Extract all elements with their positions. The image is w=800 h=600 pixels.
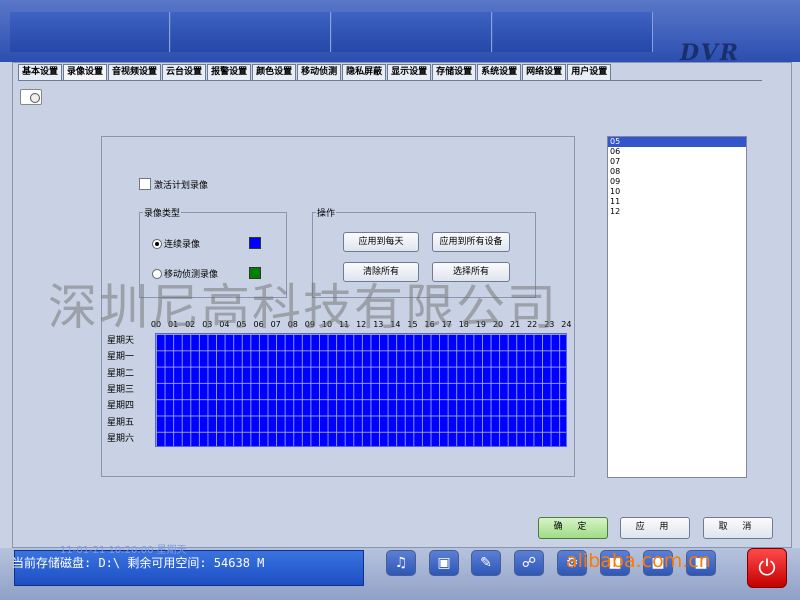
tab-4[interactable]: 报警设置 <box>207 64 252 80</box>
apply-all-devices-button[interactable]: 应用到所有设备 <box>432 232 510 252</box>
operations-title: 操作 <box>316 206 337 219</box>
tab-11[interactable]: 网络设置 <box>522 64 567 80</box>
continuous-record-label: 连续录像 <box>164 240 201 250</box>
device-list-item[interactable]: 11 <box>608 197 746 207</box>
device-list-item[interactable]: 08 <box>608 167 746 177</box>
camera-snapshot-icon[interactable]: ▣ <box>429 550 459 576</box>
camera-icon[interactable] <box>20 89 42 105</box>
tab-0[interactable]: 基本设置 <box>18 64 63 80</box>
apply-each-day-button[interactable]: 应用到每天 <box>343 232 419 252</box>
tab-3[interactable]: 云台设置 <box>162 64 207 80</box>
cable-icon[interactable]: ☍ <box>514 550 544 576</box>
day-label: 星期六 <box>107 433 135 444</box>
cancel-button[interactable]: 取 消 <box>703 517 773 539</box>
tab-6[interactable]: 移动侦测 <box>297 64 342 80</box>
power-icon[interactable]: ⏻ <box>747 548 787 588</box>
continuous-record-option[interactable]: 连续录像 <box>152 237 200 250</box>
top-panel-2 <box>171 12 331 52</box>
day-label: 星期二 <box>107 368 135 379</box>
tab-5[interactable]: 颜色设置 <box>252 64 297 80</box>
device-list-item[interactable]: 06 <box>608 147 746 157</box>
ok-button[interactable]: 确 定 <box>538 517 608 539</box>
status-text: 当前存储磁盘: D:\ 剩余可用空间: 54638 M <box>12 556 265 570</box>
device-list-item[interactable]: 09 <box>608 177 746 187</box>
tab-7[interactable]: 隐私屏蔽 <box>342 64 387 80</box>
device-list-item[interactable]: 12 <box>608 207 746 217</box>
schedule-grid[interactable] <box>155 333 567 447</box>
pencil-icon[interactable]: ✎ <box>471 550 501 576</box>
tab-9[interactable]: 存储设置 <box>432 64 477 80</box>
enable-schedule-checkbox[interactable] <box>139 178 151 190</box>
device-list-item[interactable]: 07 <box>608 157 746 167</box>
settings-tabs: 基本设置 录像设置 音视频设置 云台设置 报警设置 颜色设置 移动侦测 隐私屏蔽 显示设置 存储设… <box>18 64 612 80</box>
tab-2[interactable]: 音视频设置 <box>108 64 162 80</box>
continuous-record-radio[interactable] <box>152 238 162 249</box>
device-list-item[interactable]: 10 <box>608 187 746 197</box>
hour-label: 24 <box>561 320 572 329</box>
apply-button[interactable]: 应 用 <box>620 517 690 539</box>
tab-1[interactable]: 录像设置 <box>63 64 108 80</box>
site-watermark: alibaba.com.cn <box>566 550 711 572</box>
day-label: 星期四 <box>107 401 135 412</box>
tab-8[interactable]: 显示设置 <box>387 64 432 80</box>
top-panel-1 <box>10 12 170 52</box>
record-type-title: 录像类型 <box>143 206 182 219</box>
day-label: 星期三 <box>107 384 135 395</box>
device-list-item[interactable]: 05 <box>608 137 746 147</box>
top-panel-3 <box>332 12 492 52</box>
day-label: 星期五 <box>107 417 135 428</box>
headphones-icon[interactable]: ♫ <box>386 550 416 576</box>
tab-divider <box>18 80 762 81</box>
device-list[interactable]: 05 06 07 08 09 10 11 12 <box>607 136 747 478</box>
enable-schedule-label: 激活计划录像 <box>154 180 209 191</box>
watermark: 深圳尼高科技有限公司 <box>48 279 559 336</box>
day-label: 星期一 <box>107 352 135 363</box>
tab-10[interactable]: 系统设置 <box>477 64 522 80</box>
top-panel-4 <box>493 12 653 52</box>
enable-schedule-row[interactable]: 激活计划录像 <box>139 178 209 191</box>
tab-12[interactable]: 用户设置 <box>567 64 612 80</box>
continuous-color-swatch <box>249 237 261 249</box>
